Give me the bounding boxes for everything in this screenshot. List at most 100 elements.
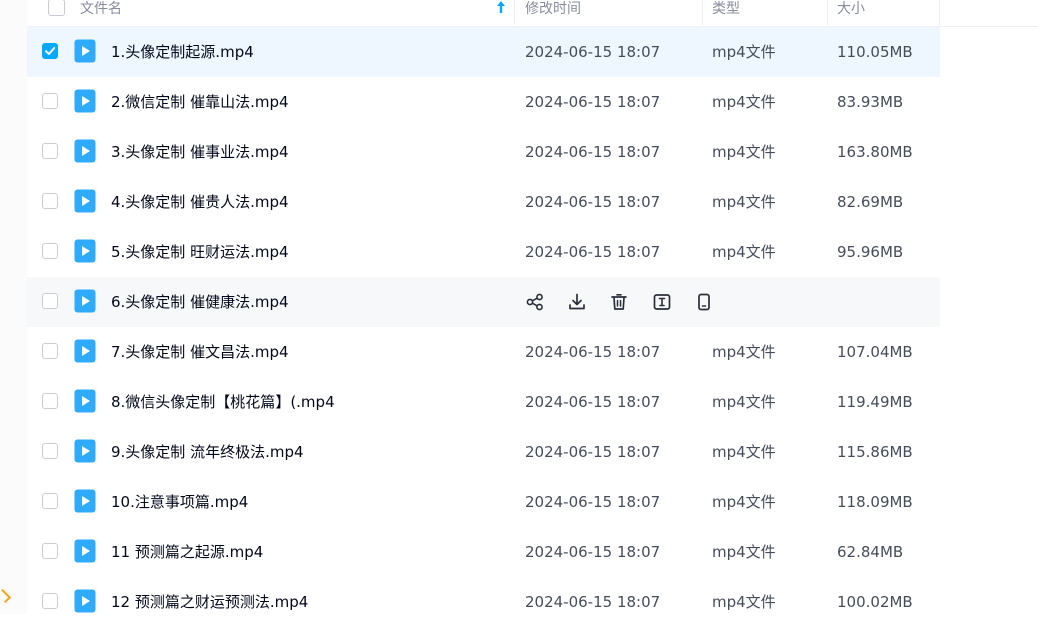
row-checkbox[interactable]	[42, 193, 58, 209]
column-divider	[827, 0, 828, 25]
phone-icon[interactable]	[693, 291, 715, 313]
file-type: mp4文件	[712, 593, 776, 611]
delete-icon[interactable]	[608, 291, 630, 313]
file-name[interactable]: 2.微信定制 催靠山法.mp4	[111, 92, 289, 112]
file-row[interactable]: 7.头像定制 催文昌法.mp4 2024-06-15 18:07 mp4文件 107.…	[27, 327, 940, 377]
file-modified-time: 2024-06-15 18:07	[525, 43, 661, 61]
file-size: 95.96MB	[837, 243, 904, 261]
column-header-type[interactable]: 类型	[712, 0, 740, 18]
row-checkbox[interactable]	[42, 143, 58, 159]
file-row[interactable]: 8.微信头像定制【桃花篇】(.mp4 2024-06-15 18:07 mp4文件 1…	[27, 377, 940, 427]
column-header-modified[interactable]: 修改时间	[525, 0, 581, 18]
file-row[interactable]: 3.头像定制 催事业法.mp4 2024-06-15 18:07 mp4文件 163.…	[27, 127, 940, 177]
row-checkbox[interactable]	[42, 593, 58, 609]
row-checkbox[interactable]	[42, 43, 58, 59]
file-name[interactable]: 8.微信头像定制【桃花篇】(.mp4	[111, 392, 335, 412]
file-size: 118.09MB	[837, 493, 913, 511]
file-name[interactable]: 7.头像定制 催文昌法.mp4	[111, 342, 289, 362]
file-row[interactable]: 10.注意事项篇.mp4 2024-06-15 18:07 mp4文件 118.09M…	[27, 477, 940, 527]
file-row[interactable]: 4.头像定制 催贵人法.mp4 2024-06-15 18:07 mp4文件 82.6…	[27, 177, 940, 227]
file-type: mp4文件	[712, 543, 776, 561]
file-type: mp4文件	[712, 93, 776, 111]
row-checkbox[interactable]	[42, 393, 58, 409]
file-name[interactable]: 10.注意事项篇.mp4	[111, 492, 248, 512]
video-file-icon	[74, 439, 96, 463]
file-size: 163.80MB	[837, 143, 913, 161]
download-icon[interactable]	[566, 291, 588, 313]
file-size: 115.86MB	[837, 443, 913, 461]
file-modified-time: 2024-06-15 18:07	[525, 343, 661, 361]
column-divider	[702, 0, 703, 25]
video-file-icon	[74, 539, 96, 563]
file-row[interactable]: 6.头像定制 催健康法.mp4	[27, 277, 940, 327]
video-file-icon	[74, 589, 96, 613]
file-modified-time: 2024-06-15 18:07	[525, 193, 661, 211]
rename-icon[interactable]	[651, 291, 673, 313]
file-modified-time: 2024-06-15 18:07	[525, 243, 661, 261]
video-file-icon	[74, 339, 96, 363]
file-name[interactable]: 4.头像定制 催贵人法.mp4	[111, 192, 289, 212]
file-size: 82.69MB	[837, 193, 904, 211]
file-type: mp4文件	[712, 143, 776, 161]
file-name[interactable]: 3.头像定制 催事业法.mp4	[111, 142, 289, 162]
file-type: mp4文件	[712, 443, 776, 461]
file-name[interactable]: 1.头像定制起源.mp4	[111, 42, 254, 62]
file-row[interactable]: 12 预测篇之财运预测法.mp4 2024-06-15 18:07 mp4文件 100…	[27, 577, 940, 627]
file-list-table: 文件名 修改时间 类型 大小 1.头像定制起源.mp4 2024-06-15 18…	[27, 0, 1038, 627]
column-divider	[514, 0, 515, 25]
file-modified-time: 2024-06-15 18:07	[525, 443, 661, 461]
file-size: 62.84MB	[837, 543, 904, 561]
file-row[interactable]: 11 预测篇之起源.mp4 2024-06-15 18:07 mp4文件 62.84M…	[27, 527, 940, 577]
row-checkbox[interactable]	[42, 443, 58, 459]
file-modified-time: 2024-06-15 18:07	[525, 493, 661, 511]
video-file-icon	[74, 139, 96, 163]
file-row[interactable]: 9.头像定制 流年终极法.mp4 2024-06-15 18:07 mp4文件 115…	[27, 427, 940, 477]
sort-ascending-icon[interactable]	[495, 0, 507, 14]
table-header: 文件名 修改时间 类型 大小	[27, 0, 1038, 27]
file-modified-time: 2024-06-15 18:07	[525, 93, 661, 111]
file-type: mp4文件	[712, 393, 776, 411]
row-checkbox[interactable]	[42, 293, 58, 309]
file-type: mp4文件	[712, 193, 776, 211]
row-checkbox[interactable]	[42, 343, 58, 359]
file-modified-time: 2024-06-15 18:07	[525, 143, 661, 161]
file-name[interactable]: 6.头像定制 催健康法.mp4	[111, 292, 289, 312]
file-name[interactable]: 9.头像定制 流年终极法.mp4	[111, 442, 304, 462]
video-file-icon	[74, 489, 96, 513]
video-file-icon	[74, 89, 96, 113]
column-header-name[interactable]: 文件名	[80, 0, 122, 18]
video-file-icon	[74, 239, 96, 263]
file-rows: 1.头像定制起源.mp4 2024-06-15 18:07 mp4文件 110.05M…	[27, 27, 1038, 627]
file-size: 119.49MB	[837, 393, 913, 411]
file-name[interactable]: 12 预测篇之财运预测法.mp4	[111, 592, 308, 612]
video-file-icon	[74, 389, 96, 413]
select-all-checkbox[interactable]	[48, 0, 65, 16]
file-name[interactable]: 11 预测篇之起源.mp4	[111, 542, 263, 562]
left-gutter	[0, 0, 27, 614]
file-modified-time: 2024-06-15 18:07	[525, 543, 661, 561]
file-row[interactable]: 1.头像定制起源.mp4 2024-06-15 18:07 mp4文件 110.05M…	[27, 27, 940, 77]
file-row[interactable]: 5.头像定制 旺财运法.mp4 2024-06-15 18:07 mp4文件 95.9…	[27, 227, 940, 277]
video-file-icon	[74, 289, 96, 313]
file-name[interactable]: 5.头像定制 旺财运法.mp4	[111, 242, 289, 262]
row-checkbox[interactable]	[42, 243, 58, 259]
row-checkbox[interactable]	[42, 93, 58, 109]
file-modified-time: 2024-06-15 18:07	[525, 393, 661, 411]
file-size: 83.93MB	[837, 93, 904, 111]
video-file-icon	[74, 39, 96, 63]
file-size: 107.04MB	[837, 343, 913, 361]
file-type: mp4文件	[712, 243, 776, 261]
share-icon[interactable]	[524, 291, 546, 313]
file-type: mp4文件	[712, 493, 776, 511]
row-checkbox[interactable]	[42, 543, 58, 559]
video-file-icon	[74, 189, 96, 213]
file-type: mp4文件	[712, 343, 776, 361]
row-checkbox[interactable]	[42, 493, 58, 509]
file-size: 110.05MB	[837, 43, 913, 61]
file-size: 100.02MB	[837, 593, 913, 611]
file-row[interactable]: 2.微信定制 催靠山法.mp4 2024-06-15 18:07 mp4文件 83.9…	[27, 77, 940, 127]
column-header-size[interactable]: 大小	[837, 0, 865, 18]
column-divider	[939, 0, 940, 25]
file-modified-time: 2024-06-15 18:07	[525, 593, 661, 611]
file-type: mp4文件	[712, 43, 776, 61]
